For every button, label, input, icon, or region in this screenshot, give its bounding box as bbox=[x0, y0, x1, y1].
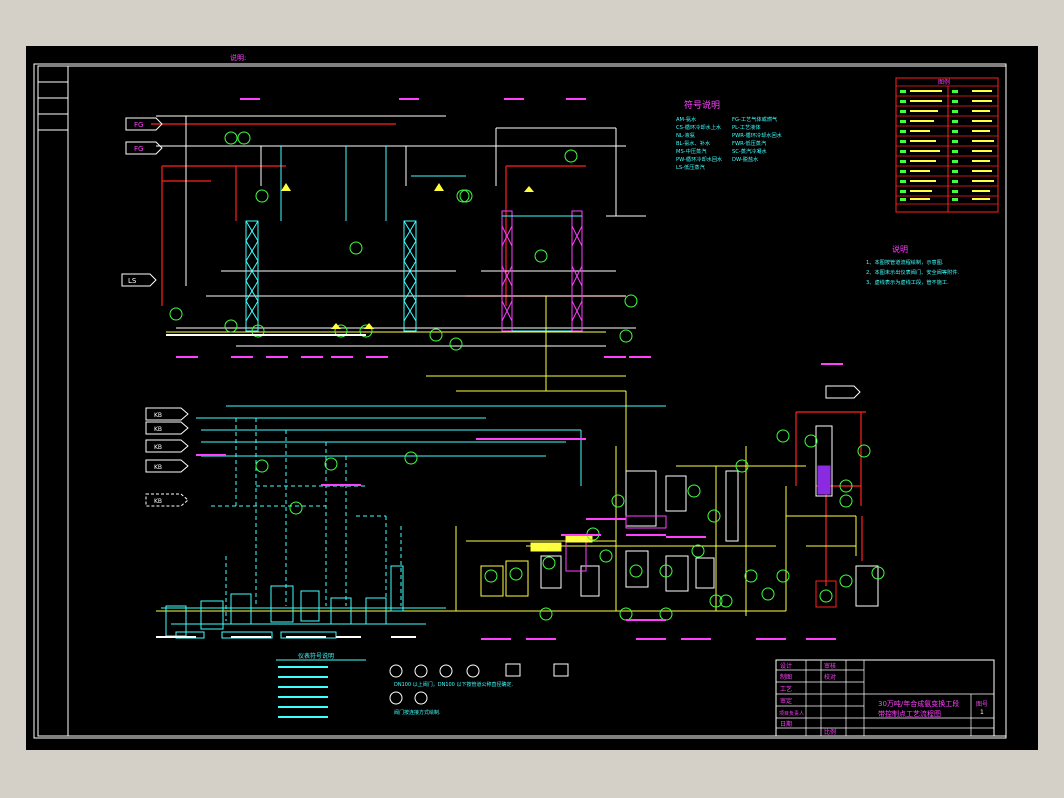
note-3: 3、虚线表示为虚线工段，管不施工. bbox=[866, 278, 949, 286]
tb-title-2: 带控制点工艺流程图 bbox=[878, 709, 941, 718]
binding-strip bbox=[38, 66, 69, 736]
note-1: 1、本图按管道流程绘制，示意图. bbox=[866, 258, 944, 266]
source-c1: KB bbox=[145, 407, 189, 421]
tb-date: 日期 bbox=[780, 720, 792, 728]
steam-lines bbox=[151, 123, 866, 586]
source-s2: FG bbox=[125, 141, 163, 155]
symbol-table: 图例 bbox=[895, 77, 999, 213]
source-c3: KB bbox=[145, 439, 189, 453]
code-legend-left-2: NL-液氨 bbox=[676, 131, 696, 139]
tb-lead: 项目负责人 bbox=[779, 710, 804, 717]
svg-text:FG: FG bbox=[134, 121, 143, 129]
tb-approve: 审定 bbox=[780, 697, 792, 705]
water-lines bbox=[161, 146, 666, 625]
svg-text:KB: KB bbox=[154, 426, 162, 433]
tb-dwg-no-label: 图号 bbox=[976, 701, 988, 708]
source-lr bbox=[825, 385, 861, 399]
top-note: 说明: bbox=[230, 53, 246, 62]
code-legend-right-3: FWR-低压蒸汽 bbox=[732, 139, 767, 147]
bottom-desc-2: 阀门按连接方式绘制. bbox=[394, 709, 441, 716]
source-c4: KB bbox=[145, 459, 189, 473]
process-flow-diagram: 说明: FG FG LS KB KB KB KB KB 符号说明 AM-氨水 C… bbox=[33, 53, 1007, 739]
svg-text:KB: KB bbox=[154, 412, 162, 419]
code-legend-title: 符号说明 bbox=[684, 99, 720, 111]
bottom-legend-title: 仪表符号说明 bbox=[298, 652, 334, 660]
lower-equipment bbox=[165, 565, 404, 639]
code-legend-left-6: LS-低压蒸汽 bbox=[676, 163, 706, 171]
svg-text:KB: KB bbox=[154, 498, 162, 505]
code-legend-right-4: SC-蒸汽冷凝水 bbox=[732, 147, 768, 155]
source-tags: FG FG LS KB KB KB KB KB bbox=[121, 117, 861, 507]
code-legend-right-2: PWR-循环冷却水回水 bbox=[732, 131, 783, 139]
tb-draw: 制图 bbox=[780, 673, 792, 681]
svg-text:FG: FG bbox=[134, 145, 143, 153]
svg-text:KB: KB bbox=[154, 464, 162, 471]
code-legend-left-5: PW-循环冷却水回水 bbox=[676, 155, 723, 163]
bottom-legend: 仪表符号说明 DN100 以上阀门，DN100 以下按管道公称直径确定. 阀门按… bbox=[276, 652, 569, 718]
svg-text:KB: KB bbox=[154, 444, 162, 451]
tb-process: 工艺 bbox=[780, 685, 792, 693]
code-legend-right-0: FG-工艺气体或燃气 bbox=[732, 115, 777, 123]
svg-text:LS: LS bbox=[128, 277, 137, 285]
bottom-desc-1: DN100 以上阀门，DN100 以下按管道公称直径确定. bbox=[394, 681, 513, 688]
tb-review: 审核 bbox=[824, 662, 836, 670]
tb-check: 校对 bbox=[824, 673, 836, 681]
symbol-table-title: 图例 bbox=[938, 78, 950, 86]
code-legend-left-0: AM-氨水 bbox=[676, 115, 697, 123]
source-c2: KB bbox=[145, 421, 189, 435]
note-2: 2、本图未示出仪表阀门、安全阀等附件. bbox=[866, 268, 959, 276]
code-legend: 符号说明 AM-氨水 CS-循环冷却水上水 NL-液氨 BL-氨水、补水 MS-… bbox=[676, 99, 783, 171]
equipment-tag-labels bbox=[176, 98, 843, 640]
notes-title: 说明 bbox=[892, 244, 908, 254]
code-legend-left-4: MS-中压蒸汽 bbox=[676, 147, 707, 155]
code-legend-left-1: CS-循环冷却水上水 bbox=[676, 123, 722, 131]
tower-1 bbox=[245, 220, 259, 332]
source-c5: KB bbox=[145, 493, 189, 507]
tower-2 bbox=[403, 220, 417, 332]
tb-design: 设计 bbox=[780, 662, 792, 670]
title-block: 设计 审核 制图 校对 工艺 审定 项目负责人 日期 比例 30万吨/年合成氨变… bbox=[775, 659, 995, 737]
tb-title-1: 30万吨/年合成氨变换工段 bbox=[878, 699, 959, 708]
tb-dwg-no: 1 bbox=[980, 709, 984, 716]
tb-scale: 比例 bbox=[824, 728, 836, 736]
notes: 说明 1、本图按管道流程绘制，示意图. 2、本图未示出仪表阀门、安全阀等附件. … bbox=[866, 244, 959, 286]
source-ls: LS bbox=[121, 273, 157, 287]
code-legend-right-1: PL-工艺液体 bbox=[732, 123, 761, 131]
drawing-canvas: 说明: FG FG LS KB KB KB KB KB 符号说明 AM-氨水 C… bbox=[26, 46, 1038, 750]
code-legend-left-3: BL-氨水、补水 bbox=[676, 139, 711, 147]
code-legend-right-5: DW-脱盐水 bbox=[732, 155, 759, 163]
